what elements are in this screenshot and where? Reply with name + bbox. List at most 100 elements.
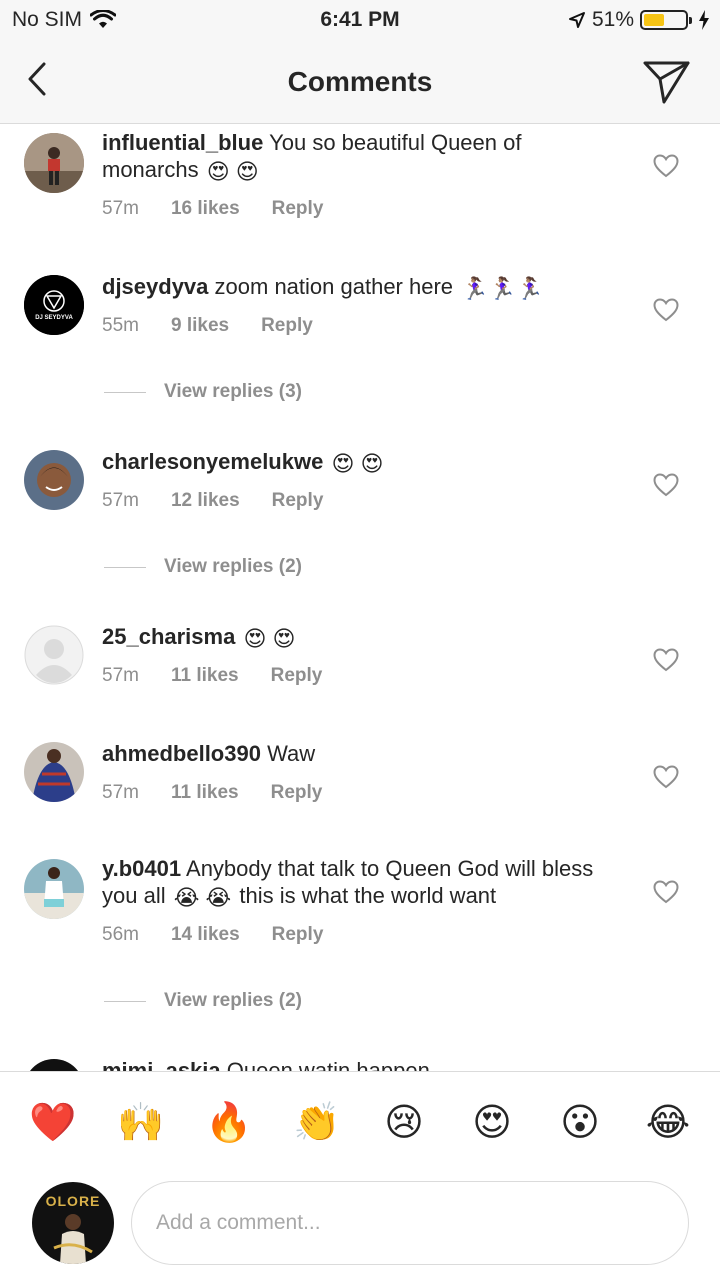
comment-username[interactable]: influential_blue xyxy=(102,130,263,155)
emoji-heart-button[interactable]: ❤️ xyxy=(29,1100,76,1146)
comment-emojis: 😍 😍 xyxy=(243,626,296,651)
comment-likes[interactable]: 14 likes xyxy=(171,924,240,946)
like-heart-icon[interactable] xyxy=(653,765,679,789)
comment-text: charlesonyemelukwe 😍 😍 xyxy=(102,448,622,475)
comment-emojis: 🏃🏽‍♀️🏃🏽‍♀️🏃🏽‍♀️ xyxy=(461,276,544,301)
comment-text: mimi_askia Queen watin happen xyxy=(102,1057,622,1071)
quick-emoji-bar: ❤️ 🙌 🔥 👏 😢 😍 😮 😂 xyxy=(0,1071,720,1175)
like-heart-icon[interactable] xyxy=(653,298,679,322)
comment-meta: 57m 11 likes Reply xyxy=(102,782,322,804)
page-title: Comments xyxy=(287,66,433,97)
comment-body: Queen watin happen xyxy=(226,1058,430,1071)
avatar[interactable] xyxy=(24,742,84,802)
comment-username[interactable]: mimi_askia xyxy=(102,1058,221,1071)
comment-likes[interactable]: 12 likes xyxy=(171,490,240,512)
reply-button[interactable]: Reply xyxy=(271,665,323,687)
avatar[interactable] xyxy=(24,1059,84,1071)
avatar[interactable] xyxy=(24,133,84,193)
comment-text: y.b0401 Anybody that talk to Queen God w… xyxy=(102,855,622,909)
emoji-clap-button[interactable]: 👏 xyxy=(293,1100,340,1146)
replies-divider xyxy=(104,391,146,393)
comment-time: 56m xyxy=(102,924,139,945)
comment-time: 57m xyxy=(102,490,139,511)
battery-percent: 51% xyxy=(591,8,634,31)
header: Comments xyxy=(0,40,720,124)
comment-likes[interactable]: 11 likes xyxy=(171,782,239,804)
emoji-crying-button[interactable]: 😢 xyxy=(381,1100,427,1146)
view-replies-label: View replies (2) xyxy=(164,990,302,1011)
comment-meta: 57m 11 likes Reply xyxy=(102,665,322,687)
view-replies-button[interactable]: View replies (3) xyxy=(104,381,302,403)
avatar-logo xyxy=(24,275,84,335)
paper-plane-icon xyxy=(643,61,690,104)
avatar[interactable] xyxy=(24,450,84,510)
emoji-fire-button[interactable]: 🔥 xyxy=(205,1100,252,1146)
emoji-surprised-button[interactable]: 😮 xyxy=(557,1100,603,1146)
comment-likes[interactable]: 11 likes xyxy=(171,665,239,687)
status-bar: No SIM 6:41 PM 51% xyxy=(0,0,720,40)
battery-level xyxy=(644,14,665,26)
replies-divider xyxy=(104,1000,146,1002)
comment-username[interactable]: ahmedbello390 xyxy=(102,741,261,766)
share-button[interactable] xyxy=(642,56,692,106)
comment-meta: 57m 16 likes Reply xyxy=(102,198,323,220)
comment-time: 57m xyxy=(102,665,139,686)
comment-text: 25_charisma 😍 😍 xyxy=(102,623,622,650)
comment-list[interactable]: influential_blue You so beautiful Queen … xyxy=(0,125,720,1071)
comment-likes[interactable]: 9 likes xyxy=(171,315,229,337)
my-avatar-art xyxy=(53,1214,93,1264)
like-heart-icon[interactable] xyxy=(653,154,679,178)
comment-text: influential_blue You so beautiful Queen … xyxy=(102,129,622,183)
replies-divider xyxy=(104,566,146,568)
view-replies-button[interactable]: View replies (2) xyxy=(104,990,302,1012)
comment-likes[interactable]: 16 likes xyxy=(171,198,240,220)
avatar-photo xyxy=(24,133,84,193)
comment-text: djseydyva zoom nation gather here 🏃🏽‍♀️🏃… xyxy=(102,273,622,300)
comment-meta: 57m 12 likes Reply xyxy=(102,490,323,512)
comment-text: ahmedbello390 Waw xyxy=(102,740,622,767)
reply-button[interactable]: Reply xyxy=(261,315,313,337)
reply-button[interactable]: Reply xyxy=(272,490,324,512)
avatar-photo xyxy=(24,742,84,802)
comment-username[interactable]: djseydyva xyxy=(102,274,208,299)
charging-bolt-icon xyxy=(699,10,709,30)
comment-username[interactable]: charlesonyemelukwe xyxy=(102,449,323,474)
comment-time: 57m xyxy=(102,782,139,803)
comment-body-continued: this is what the world want xyxy=(239,883,497,908)
battery-icon xyxy=(640,10,692,30)
avatar[interactable] xyxy=(24,625,84,685)
comment-body: Waw xyxy=(267,741,316,766)
like-heart-icon[interactable] xyxy=(653,648,679,672)
reply-button[interactable]: Reply xyxy=(272,198,324,220)
comment-meta: 55m 9 likes Reply xyxy=(102,315,313,337)
view-replies-button[interactable]: View replies (2) xyxy=(104,556,302,578)
avatar[interactable]: DJ SEYDYVA xyxy=(24,275,84,335)
status-right: 51% xyxy=(568,8,710,32)
default-avatar-icon xyxy=(24,625,84,685)
comment-composer: OLORE xyxy=(0,1175,720,1280)
comment-meta: 56m 14 likes Reply xyxy=(102,924,323,946)
view-replies-label: View replies (2) xyxy=(164,556,302,577)
comment-time: 57m xyxy=(102,198,139,219)
comment-body: zoom nation gather here xyxy=(214,274,454,299)
avatar[interactable] xyxy=(24,859,84,919)
reply-button[interactable]: Reply xyxy=(272,924,324,946)
reply-button[interactable]: Reply xyxy=(271,782,323,804)
emoji-raised-hands-button[interactable]: 🙌 xyxy=(117,1100,164,1146)
comment-emojis: 😍 😍 xyxy=(331,451,384,476)
avatar-photo xyxy=(24,450,84,510)
avatar-caption: DJ SEYDYVA xyxy=(35,315,73,321)
like-heart-icon[interactable] xyxy=(653,880,679,904)
view-replies-label: View replies (3) xyxy=(164,381,302,402)
comment-input[interactable] xyxy=(131,1181,689,1265)
comment-username[interactable]: 25_charisma xyxy=(102,624,235,649)
comment-emojis: 😭 😭 xyxy=(173,885,232,910)
emoji-laughing-button[interactable]: 😂 xyxy=(645,1100,691,1146)
comment-emojis: 😍 😍 xyxy=(206,159,259,184)
comment-username[interactable]: y.b0401 xyxy=(102,856,181,881)
avatar-photo xyxy=(24,859,84,919)
comment-time: 55m xyxy=(102,315,139,336)
emoji-heart-eyes-button[interactable]: 😍 xyxy=(469,1100,515,1146)
like-heart-icon[interactable] xyxy=(653,473,679,497)
my-avatar: OLORE xyxy=(32,1182,114,1264)
